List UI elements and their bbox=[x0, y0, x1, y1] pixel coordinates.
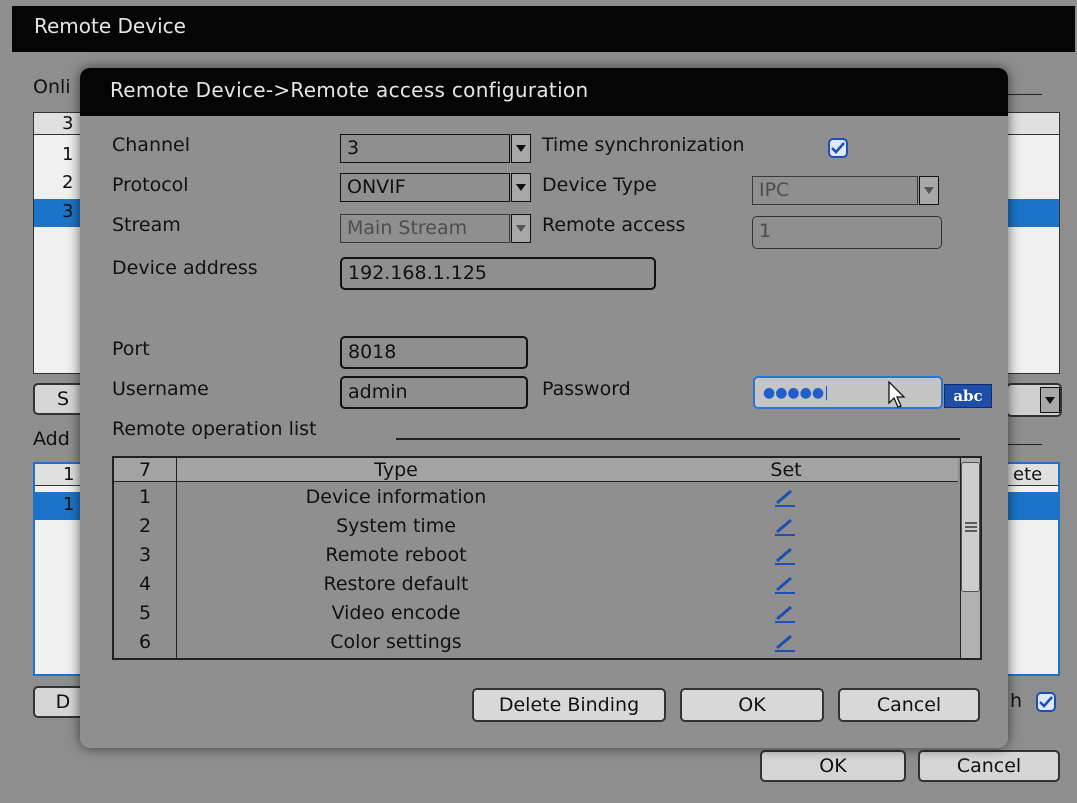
username-label: Username bbox=[112, 378, 209, 400]
grip-icon bbox=[965, 522, 977, 532]
device-type-label: Device Type bbox=[542, 174, 657, 196]
remote-access-label: Remote access bbox=[542, 214, 686, 236]
device-type-select: IPC bbox=[752, 176, 918, 205]
table-row[interactable]: 2 System time bbox=[114, 512, 958, 541]
row-type: Color settings bbox=[330, 631, 462, 653]
section-rule bbox=[396, 438, 960, 440]
delete-binding-button[interactable]: Delete Binding bbox=[472, 688, 666, 722]
remote-operation-table[interactable]: 7 Type Set 1 Device information 2 System… bbox=[112, 456, 982, 660]
stream-label: Stream bbox=[112, 214, 181, 236]
online-list-row-3[interactable]: 3 bbox=[62, 201, 73, 222]
time-sync-checkbox[interactable] bbox=[828, 138, 848, 158]
table-row[interactable]: 1 Device information bbox=[114, 483, 958, 512]
window-titlebar: Remote Device bbox=[12, 6, 1075, 52]
stream-dropdown-icon bbox=[511, 214, 531, 243]
time-sync-label: Time synchronization bbox=[542, 134, 745, 156]
edit-pencil-icon[interactable] bbox=[774, 518, 796, 536]
protocol-label: Protocol bbox=[112, 174, 189, 196]
row-type: Device information bbox=[305, 486, 487, 508]
device-address-label: Device address bbox=[112, 257, 258, 279]
row-number: 5 bbox=[138, 602, 152, 624]
scrollbar-thumb[interactable] bbox=[961, 462, 980, 592]
dialog-title: Remote Device->Remote access configurati… bbox=[110, 78, 589, 102]
edit-pencil-icon[interactable] bbox=[774, 605, 796, 623]
row-number: 3 bbox=[138, 544, 152, 566]
sync-checkbox[interactable] bbox=[1036, 692, 1056, 712]
table-row[interactable]: 5 Video encode bbox=[114, 599, 958, 628]
port-field[interactable]: 8018 bbox=[340, 336, 528, 369]
edit-pencil-icon[interactable] bbox=[774, 547, 796, 565]
edit-pencil-icon[interactable] bbox=[774, 634, 796, 652]
online-list-row-2[interactable]: 2 bbox=[62, 172, 73, 193]
username-field[interactable]: admin bbox=[340, 376, 528, 409]
ok-button[interactable]: OK bbox=[680, 688, 824, 722]
row-type: Remote reboot bbox=[325, 544, 467, 566]
window-title: Remote Device bbox=[34, 14, 186, 38]
remote-operation-list-label: Remote operation list bbox=[112, 418, 317, 440]
check-icon bbox=[831, 142, 845, 154]
online-section-rule bbox=[1006, 94, 1042, 95]
sync-label: h bbox=[1010, 690, 1023, 712]
remote-access-field: 1 bbox=[752, 216, 942, 249]
mouse-cursor-icon bbox=[888, 381, 906, 408]
added-section-rule bbox=[1006, 444, 1042, 445]
window-ok-button[interactable]: OK bbox=[760, 750, 906, 782]
row-number: 6 bbox=[138, 631, 152, 653]
row-type: Video encode bbox=[331, 602, 461, 624]
remote-access-config-dialog: Remote Device->Remote access configurati… bbox=[80, 68, 1008, 748]
dialog-titlebar: Remote Device->Remote access configurati… bbox=[80, 68, 1008, 116]
channel-select[interactable]: 3 bbox=[340, 134, 510, 163]
keyboard-button[interactable]: abc bbox=[944, 384, 992, 408]
window-cancel-button[interactable]: Cancel bbox=[918, 750, 1060, 782]
stream-select: Main Stream bbox=[340, 214, 510, 243]
device-address-field[interactable]: 192.168.1.125 bbox=[340, 257, 656, 290]
added-list-row-1[interactable]: 1 bbox=[63, 494, 74, 515]
delete-column-header: ete bbox=[1013, 464, 1043, 485]
table-scrollbar[interactable] bbox=[960, 458, 980, 658]
cancel-button[interactable]: Cancel bbox=[838, 688, 980, 722]
device-type-dropdown-icon bbox=[919, 176, 939, 205]
filter-dropdown[interactable] bbox=[1006, 383, 1062, 417]
row-type: System time bbox=[336, 515, 456, 537]
added-section-label: Add bbox=[33, 428, 70, 450]
password-field[interactable]: ●●●●●| bbox=[753, 376, 943, 409]
online-section-label: Onli bbox=[33, 76, 71, 98]
channel-dropdown-icon[interactable] bbox=[511, 134, 531, 163]
table-row[interactable]: 3 Remote reboot bbox=[114, 541, 958, 570]
type-column-header: Type bbox=[374, 459, 418, 481]
added-list-count: 1 bbox=[63, 464, 75, 485]
row-number: 1 bbox=[138, 486, 152, 508]
protocol-select[interactable]: ONVIF bbox=[340, 173, 510, 202]
table-header: 7 Type Set bbox=[114, 458, 958, 482]
row-type: Restore default bbox=[323, 573, 469, 595]
chevron-down-icon bbox=[1040, 387, 1060, 413]
online-list-row-1[interactable]: 1 bbox=[62, 144, 73, 165]
table-row[interactable]: 6 Color settings bbox=[114, 628, 958, 657]
protocol-dropdown-icon[interactable] bbox=[511, 173, 531, 202]
password-label: Password bbox=[542, 378, 631, 400]
port-label: Port bbox=[112, 338, 150, 360]
set-column-header: Set bbox=[770, 459, 802, 481]
channel-label: Channel bbox=[112, 134, 191, 156]
edit-pencil-icon[interactable] bbox=[774, 489, 796, 507]
row-number: 2 bbox=[138, 515, 152, 537]
table-count-header: 7 bbox=[138, 459, 152, 481]
check-icon bbox=[1039, 696, 1053, 708]
row-number: 4 bbox=[138, 573, 152, 595]
online-list-count: 3 bbox=[62, 113, 74, 134]
table-row[interactable]: 4 Restore default bbox=[114, 570, 958, 599]
edit-pencil-icon[interactable] bbox=[774, 576, 796, 594]
